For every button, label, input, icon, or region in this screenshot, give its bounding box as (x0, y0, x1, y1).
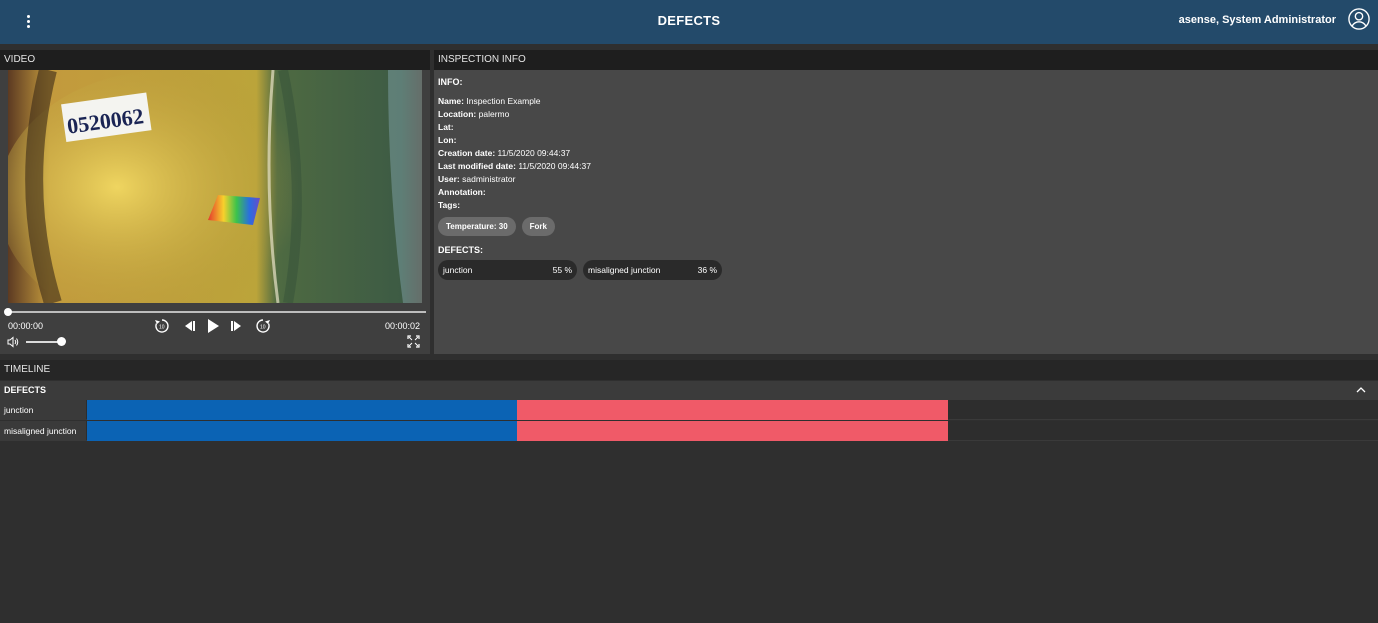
info-field-lon: Lon: (438, 135, 457, 145)
tag-list: Temperature: 30 Fork (438, 217, 722, 236)
timeline-segment[interactable] (517, 421, 948, 441)
timeline-title: TIMELINE (0, 360, 1378, 380)
info-field-lat: Lat: (438, 122, 454, 132)
svg-text:10: 10 (159, 325, 165, 331)
info-field-last-modified: Last modified date: 11/5/2020 09:44:37 (438, 161, 591, 171)
info-field-tags: Tags: (438, 200, 461, 210)
info-field-name: Name: Inspection Example (438, 96, 541, 106)
defect-name: junction (443, 265, 473, 275)
page-title: DEFECTS (657, 13, 721, 28)
time-total: 00:00:02 (384, 321, 420, 331)
inspection-info-title: INSPECTION INFO (434, 50, 1378, 70)
defect-confidence: 55 % (552, 265, 572, 275)
timeline-row: misaligned junction (0, 421, 1378, 441)
info-field-location: Location: palermo (438, 109, 510, 119)
chevron-up-icon[interactable] (1356, 386, 1366, 394)
time-current: 00:00:00 (8, 321, 44, 331)
forward-10-icon[interactable]: 10 (254, 318, 272, 334)
defect-confidence: 36 % (697, 265, 717, 275)
video-progress-thumb[interactable] (4, 308, 12, 316)
inspection-info-panel: INSPECTION INFO INFO: Name: Inspection E… (434, 50, 1378, 354)
fullscreen-icon[interactable] (407, 335, 420, 348)
user-avatar-icon[interactable] (1348, 8, 1370, 30)
timeline-row: junction (0, 400, 1378, 420)
video-player[interactable]: 0520062 (8, 70, 422, 303)
video-panel: VIDEO 0520062 00:00:00 00:00:02 10 10 (0, 50, 430, 354)
video-progress-bar[interactable] (8, 311, 426, 313)
timeline-defects-header[interactable]: DEFECTS (0, 381, 1378, 400)
play-icon[interactable] (203, 317, 223, 335)
info-field-user: User: sadministrator (438, 174, 516, 184)
defects-label: DEFECTS: (438, 245, 483, 255)
info-field-annotation: Annotation: (438, 187, 486, 197)
timeline-segment[interactable] (517, 400, 948, 420)
video-controls: 00:00:00 00:00:02 10 10 (0, 306, 430, 354)
svg-text:10: 10 (260, 325, 266, 331)
timeline-row-label: junction (0, 400, 86, 420)
timeline-row-label: misaligned junction (0, 421, 86, 441)
defect-chip[interactable]: misaligned junction 36 % (583, 260, 722, 280)
step-forward-icon[interactable] (228, 318, 246, 334)
video-panel-title: VIDEO (0, 50, 430, 70)
user-name: asense, System Administrator (1178, 14, 1336, 26)
defect-name: misaligned junction (588, 265, 661, 275)
top-bar: DEFECTS asense, System Administrator (0, 0, 1378, 44)
inspection-info-body: INFO: Name: Inspection Example Location:… (438, 77, 722, 280)
replay-10-icon[interactable]: 10 (153, 318, 171, 334)
timeline-defects-label: DEFECTS (4, 385, 47, 395)
timeline-segment[interactable] (87, 421, 517, 441)
defect-chip[interactable]: junction 55 % (438, 260, 577, 280)
info-field-creation-date: Creation date: 11/5/2020 09:44:37 (438, 148, 571, 158)
tag-chip[interactable]: Temperature: 30 (438, 217, 516, 236)
volume-icon[interactable] (7, 336, 19, 348)
volume-slider-thumb[interactable] (57, 337, 66, 346)
step-back-icon[interactable] (180, 318, 198, 334)
tag-chip[interactable]: Fork (521, 217, 555, 236)
defect-list: junction 55 % misaligned junction 36 % (438, 260, 722, 280)
timeline-segment[interactable] (87, 400, 517, 420)
video-frame-image: 0520062 (8, 70, 422, 303)
info-label: INFO: (438, 77, 463, 87)
